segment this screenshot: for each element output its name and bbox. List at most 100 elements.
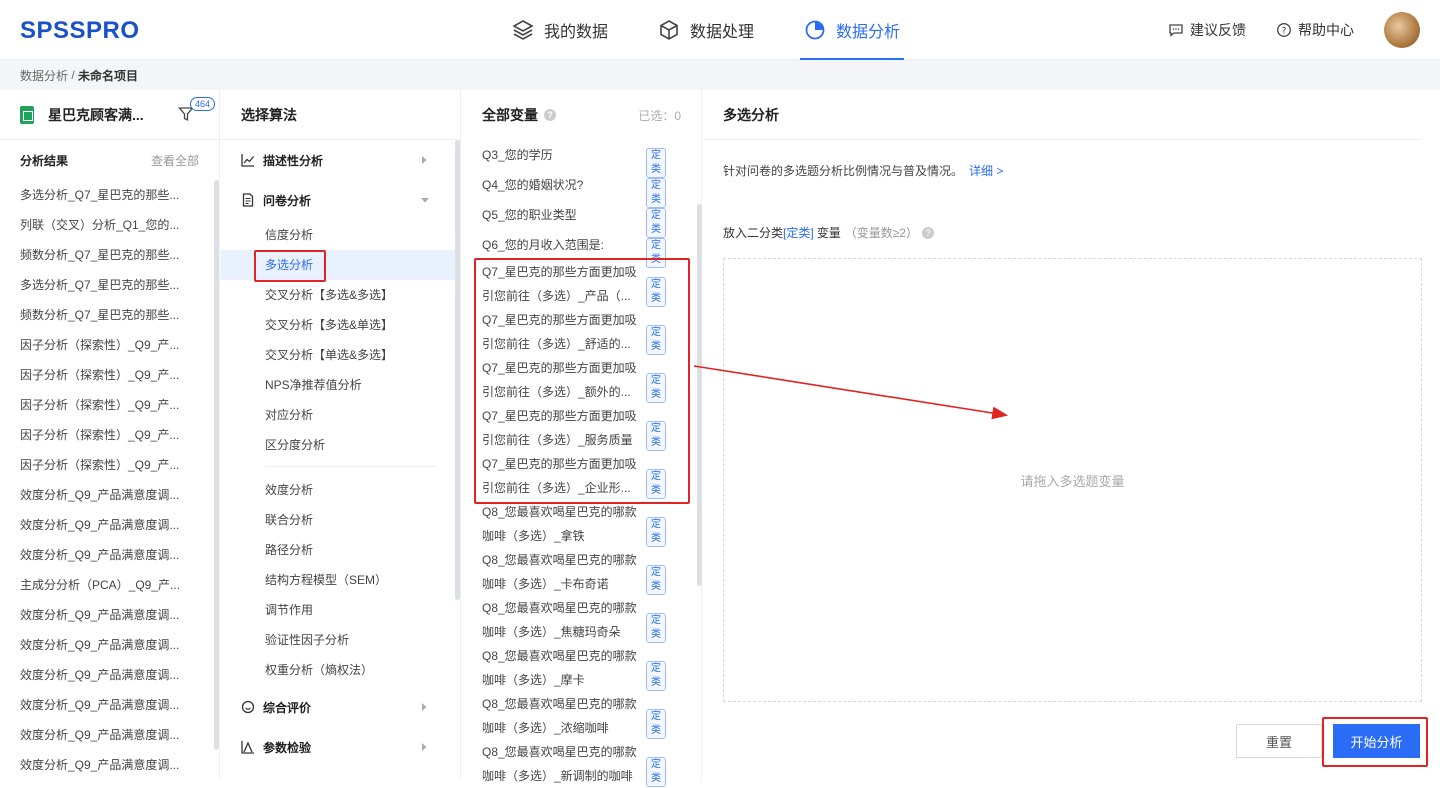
algorithm-item[interactable]: 结构方程模型（SEM） xyxy=(221,565,460,595)
variable-drop-zone[interactable]: 请拖入多选题变量 xyxy=(723,258,1422,702)
help-link[interactable]: ? 帮助中心 xyxy=(1276,20,1354,40)
result-item[interactable]: 主成分分析（PCA）_Q9_产... xyxy=(0,570,200,600)
variable-name-line: Q8_您最喜欢喝星巴克的哪款 xyxy=(482,740,642,764)
caret-right-icon xyxy=(420,702,428,712)
result-item[interactable]: 频数分析_Q7_星巴克的那些... xyxy=(0,240,200,270)
variables-scrollbar[interactable] xyxy=(697,204,702,586)
caret-down-icon xyxy=(420,196,430,204)
variable-item[interactable]: Q5_您的职业类型定类 xyxy=(462,200,662,230)
detail-link[interactable]: 详细 > xyxy=(969,164,1003,178)
variable-name: Q4_您的婚姻状况? xyxy=(482,170,642,200)
algorithm-item[interactable]: 对应分析 xyxy=(221,400,460,430)
drop-placeholder: 请拖入多选题变量 xyxy=(1020,471,1124,490)
variable-list: Q3_您的学历定类Q4_您的婚姻状况?定类Q5_您的职业类型定类Q6_您的月收入… xyxy=(462,140,701,788)
variable-name: Q7_星巴克的那些方面更加吸引您前往（多选）_产品（... xyxy=(482,260,642,308)
layers-icon xyxy=(512,19,534,41)
result-item[interactable]: 效度分析_Q9_产品满意度调... xyxy=(0,660,200,690)
algorithm-item[interactable]: 交叉分析【多选&多选】 xyxy=(221,280,460,310)
result-item[interactable]: 效度分析_Q9_产品满意度调... xyxy=(0,480,200,510)
app-logo[interactable]: SPSSPRO xyxy=(20,17,140,45)
result-item[interactable]: 因子分析（探索性）_Q9_产... xyxy=(0,360,200,390)
dataset-name[interactable]: 星巴克顾客满... xyxy=(48,105,144,125)
variable-type-tag: 定类 xyxy=(646,517,666,547)
algorithm-item[interactable]: 交叉分析【单选&多选】 xyxy=(221,340,460,370)
nav-data-processing[interactable]: 数据处理 xyxy=(656,0,756,60)
result-item[interactable]: 因子分析（探索性）_Q9_产... xyxy=(0,420,200,450)
variable-name: Q8_您最喜欢喝星巴克的哪款咖啡（多选）_焦糖玛奇朵 xyxy=(482,596,642,644)
variable-type-tag: 定类 xyxy=(646,325,666,355)
variable-name-line: 引您前往（多选）_服务质量 xyxy=(482,428,642,452)
variable-item[interactable]: Q6_您的月收入范围是:定类 xyxy=(462,230,662,260)
category-parametric[interactable]: 参数检验 xyxy=(221,727,460,767)
results-scrollbar[interactable] xyxy=(214,180,219,750)
algorithm-item[interactable]: 交叉分析【多选&单选】 xyxy=(221,310,460,340)
algorithm-item[interactable]: NPS净推荐值分析 xyxy=(221,370,460,400)
variable-item[interactable]: Q7_星巴克的那些方面更加吸引您前往（多选）_企业形...定类 xyxy=(462,452,662,500)
result-item[interactable]: 因子分析（探索性）_Q9_产... xyxy=(0,390,200,420)
avatar[interactable] xyxy=(1384,12,1420,48)
variable-item[interactable]: Q7_星巴克的那些方面更加吸引您前往（多选）_服务质量定类 xyxy=(462,404,662,452)
result-item[interactable]: 列联（交叉）分析_Q1_您的... xyxy=(0,210,200,240)
help-icon[interactable]: ? xyxy=(544,109,556,121)
variable-item[interactable]: Q8_您最喜欢喝星巴克的哪款咖啡（多选）_摩卡定类 xyxy=(462,644,662,692)
category-questionnaire[interactable]: 问卷分析 xyxy=(221,180,460,220)
feedback-link[interactable]: 建议反馈 xyxy=(1168,20,1246,40)
result-item[interactable]: 效度分析_Q9_产品满意度调... xyxy=(0,630,200,660)
algorithm-item[interactable]: 区分度分析 xyxy=(221,430,460,460)
nav-my-data[interactable]: 我的数据 xyxy=(510,0,610,60)
result-item[interactable]: 效度分析_Q9_产品满意度调... xyxy=(0,540,200,570)
slot-suffix: 变量 xyxy=(817,224,841,241)
nav-data-analysis[interactable]: 数据分析 xyxy=(802,0,902,60)
reset-button[interactable]: 重置 xyxy=(1236,724,1322,758)
result-item[interactable]: 效度分析_Q9_产品满意度调... xyxy=(0,720,200,750)
breadcrumb-root[interactable]: 数据分析 xyxy=(20,67,68,84)
divider xyxy=(265,466,436,467)
algorithm-item[interactable]: 多选分析 xyxy=(221,250,460,280)
variable-name-line: Q7_星巴克的那些方面更加吸 xyxy=(482,356,642,380)
variable-item[interactable]: Q3_您的学历定类 xyxy=(462,140,662,170)
results-list: 多选分析_Q7_星巴克的那些...列联（交叉）分析_Q1_您的...频数分析_Q… xyxy=(0,180,219,780)
result-item[interactable]: 频数分析_Q7_星巴克的那些... xyxy=(0,300,200,330)
result-item[interactable]: 效度分析_Q9_产品满意度调... xyxy=(0,600,200,630)
view-all-link[interactable]: 查看全部 xyxy=(151,152,199,169)
variable-item[interactable]: Q8_您最喜欢喝星巴克的哪款咖啡（多选）_焦糖玛奇朵定类 xyxy=(462,596,662,644)
cube-icon xyxy=(658,19,680,41)
category-evaluation[interactable]: 综合评价 xyxy=(221,687,460,727)
algorithm-item[interactable]: 权重分析（熵权法） xyxy=(221,655,460,685)
selected-count: 已选：0 xyxy=(638,107,681,124)
algorithm-item[interactable]: 验证性因子分析 xyxy=(221,625,460,655)
dataset-header: 星巴克顾客满... 464 xyxy=(0,90,219,140)
algorithm-scrollbar[interactable] xyxy=(455,140,460,600)
variable-item[interactable]: Q7_星巴克的那些方面更加吸引您前往（多选）_额外的...定类 xyxy=(462,356,662,404)
variable-item[interactable]: Q4_您的婚姻状况?定类 xyxy=(462,170,662,200)
variable-item[interactable]: Q8_您最喜欢喝星巴克的哪款咖啡（多选）_拿铁定类 xyxy=(462,500,662,548)
variable-item[interactable]: Q8_您最喜欢喝星巴克的哪款咖啡（多选）_浓缩咖啡定类 xyxy=(462,692,662,740)
result-item[interactable]: 因子分析（探索性）_Q9_产... xyxy=(0,330,200,360)
help-icon[interactable]: ? xyxy=(922,227,934,239)
line-chart-icon xyxy=(241,153,255,167)
result-item[interactable]: 因子分析（探索性）_Q9_产... xyxy=(0,450,200,480)
algorithm-item[interactable]: 路径分析 xyxy=(221,535,460,565)
algorithm-item[interactable]: 联合分析 xyxy=(221,505,460,535)
algorithm-item[interactable]: 调节作用 xyxy=(221,595,460,625)
result-item[interactable]: 效度分析_Q9_产品满意度调... xyxy=(0,690,200,720)
variable-name: Q6_您的月收入范围是: xyxy=(482,230,642,260)
variables-title-text: 全部变量 xyxy=(482,105,538,125)
results-title: 分析结果 xyxy=(20,152,68,169)
category-descriptive[interactable]: 描述性分析 xyxy=(221,140,460,180)
result-item[interactable]: 效度分析_Q9_产品满意度调... xyxy=(0,510,200,540)
start-analysis-button[interactable]: 开始分析 xyxy=(1333,724,1420,758)
algorithm-item[interactable]: 效度分析 xyxy=(221,475,460,505)
variable-item[interactable]: Q7_星巴克的那些方面更加吸引您前往（多选）_产品（...定类 xyxy=(462,260,662,308)
message-icon xyxy=(1168,22,1184,38)
variable-name-line: Q7_星巴克的那些方面更加吸 xyxy=(482,260,642,284)
category-label: 问卷分析 xyxy=(263,192,311,209)
variable-name-line: 咖啡（多选）_焦糖玛奇朵 xyxy=(482,620,642,644)
variable-item[interactable]: Q8_您最喜欢喝星巴克的哪款咖啡（多选）_卡布奇诺定类 xyxy=(462,548,662,596)
variable-type-tag: 定类 xyxy=(646,373,666,403)
variable-item[interactable]: Q7_星巴克的那些方面更加吸引您前往（多选）_舒适的...定类 xyxy=(462,308,662,356)
result-item[interactable]: 多选分析_Q7_星巴克的那些... xyxy=(0,270,200,300)
result-item[interactable]: 多选分析_Q7_星巴克的那些... xyxy=(0,180,200,210)
result-item[interactable]: 效度分析_Q9_产品满意度调... xyxy=(0,750,200,780)
algorithm-item[interactable]: 信度分析 xyxy=(221,220,460,250)
